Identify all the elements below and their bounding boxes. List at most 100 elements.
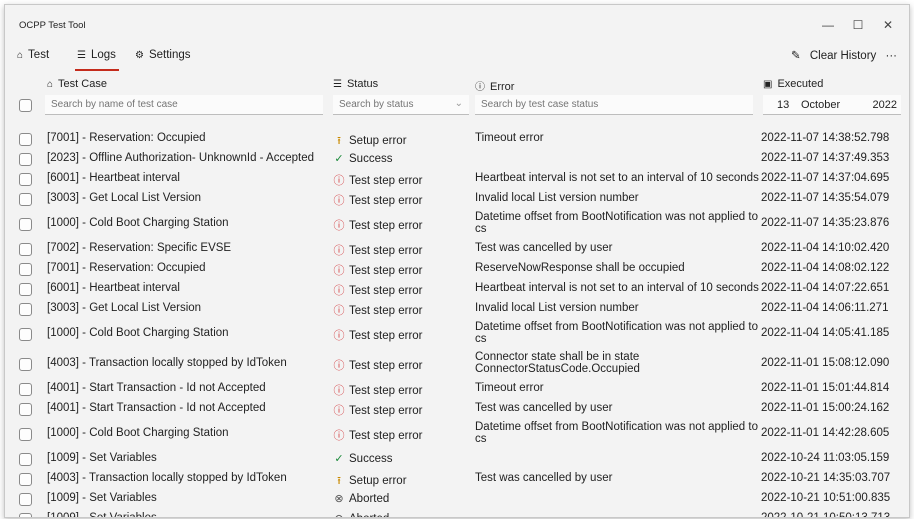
maximize-button[interactable]: ☐	[843, 15, 873, 35]
date-month[interactable]: October	[801, 99, 840, 111]
minimize-button[interactable]: —	[813, 15, 843, 35]
row-checkbox[interactable]	[19, 303, 32, 316]
table-row[interactable]: [1009] - Set Variables ✓ Success 2022-10-24…	[5, 449, 909, 469]
table-row[interactable]: [4003] - Transaction locally stopped by …	[5, 349, 909, 379]
window-title: OCPP Test Tool	[19, 20, 86, 31]
table-row[interactable]: [4003] - Transaction locally stopped by …	[5, 469, 909, 489]
table-row[interactable]: [1000] - Cold Boot Charging Station ⓘ Test…	[5, 209, 909, 239]
table-row[interactable]: [4001] - Start Transaction - Id not Acce…	[5, 379, 909, 399]
status-cell: ⓘ Test step error	[333, 217, 423, 233]
error-icon: ⓘ	[333, 175, 345, 187]
header-executed[interactable]: ▣ Executed	[763, 78, 823, 90]
executed-timestamp: 2022-11-04 14:10:02.420	[761, 242, 890, 254]
error-cell: Datetime offset from BootNotification wa…	[475, 211, 758, 235]
table-row[interactable]: [1009] - Set Variables ⊗ Aborted 2022-10-21…	[5, 489, 909, 509]
home-icon: ⌂	[17, 50, 24, 61]
row-checkbox[interactable]	[19, 328, 32, 341]
header-test-case[interactable]: ⌂ Test Case	[47, 78, 107, 90]
table-row[interactable]: [6001] - Heartbeat interval ⓘ Test step er…	[5, 169, 909, 189]
table-row[interactable]: [4001] - Start Transaction - Id not Acce…	[5, 399, 909, 419]
table-row[interactable]: [6001] - Heartbeat interval ⓘ Test step er…	[5, 279, 909, 299]
status-filter-dropdown[interactable]: ⌄	[333, 95, 469, 115]
close-button[interactable]: ✕	[873, 15, 903, 35]
test-case-search-field[interactable]	[45, 95, 323, 115]
executed-timestamp: 2022-10-24 11:03:05.159	[761, 452, 890, 464]
header-status[interactable]: ☰ Status	[333, 78, 378, 90]
test-case-name: [1009] - Set Variables	[47, 452, 157, 464]
row-checkbox[interactable]	[19, 383, 32, 396]
row-checkbox[interactable]	[19, 243, 32, 256]
home-icon: ⌂	[47, 79, 54, 90]
row-checkbox[interactable]	[19, 473, 32, 486]
row-checkbox[interactable]	[19, 358, 32, 371]
error-search-input[interactable]	[481, 99, 753, 110]
tab-logs[interactable]: ☰ Logs	[77, 49, 116, 61]
table-row[interactable]: [2023] - Offline Authorization- UnknownI…	[5, 149, 909, 169]
row-checkbox[interactable]	[19, 493, 32, 506]
row-checkbox[interactable]	[19, 218, 32, 231]
status-cell: ⓘ Test step error	[333, 402, 423, 418]
table-row[interactable]: [1009] - Set Variables ⊗ Aborted 2022-10-21…	[5, 509, 909, 517]
row-checkbox[interactable]	[19, 403, 32, 416]
clear-history-button[interactable]: ✎ Clear History	[785, 50, 876, 62]
status-label: Test step error	[349, 430, 423, 442]
error-cell: Test was cancelled by user	[475, 402, 613, 414]
table-row[interactable]: [1000] - Cold Boot Charging Station ⓘ Test…	[5, 319, 909, 349]
row-checkbox[interactable]	[19, 453, 32, 466]
row-checkbox[interactable]	[19, 513, 32, 517]
status-label: Test step error	[349, 220, 423, 232]
nav-bar: ⌂ Test ☰ Logs ⚙ Settings	[5, 43, 909, 73]
status-label: Test step error	[349, 385, 423, 397]
status-cell: ⓘ Test step error	[333, 242, 423, 258]
test-case-name: [1009] - Set Variables	[47, 492, 157, 504]
table-row[interactable]: [7001] - Reservation: Occupied ⓘ Test step…	[5, 259, 909, 279]
executed-timestamp: 2022-11-01 15:00:24.162	[761, 402, 890, 414]
row-checkbox[interactable]	[19, 193, 32, 206]
more-button[interactable]: ···	[886, 50, 898, 62]
logs-table: ⌂Test Case ☰Status ⓘError ▣Executed ⌄ 13…	[5, 71, 909, 517]
status-label: Test step error	[349, 360, 423, 372]
status-label: Test step error	[349, 245, 423, 257]
header-error[interactable]: ⓘ Error	[475, 78, 514, 93]
error-icon: ⓘ	[333, 195, 345, 207]
status-label: Test step error	[349, 195, 423, 207]
row-checkbox[interactable]	[19, 153, 32, 166]
table-row[interactable]: [7001] - Reservation: Occupied ⭱ Setup err…	[5, 129, 909, 149]
status-label: Test step error	[349, 330, 423, 342]
table-row[interactable]: [3003] - Get Local List Version ⓘ Test ste…	[5, 299, 909, 319]
row-checkbox[interactable]	[19, 263, 32, 276]
row-checkbox[interactable]	[19, 283, 32, 296]
row-checkbox[interactable]	[19, 428, 32, 441]
executed-timestamp: 2022-11-01 15:01:44.814	[761, 382, 890, 394]
error-search-field[interactable]	[475, 95, 753, 115]
error-cell: Test was cancelled by user	[475, 472, 613, 484]
select-all-checkbox[interactable]	[19, 99, 32, 112]
error-icon: ⓘ	[475, 82, 485, 93]
date-year[interactable]: 2022	[873, 99, 897, 111]
table-row[interactable]: [3003] - Get Local List Version ⓘ Test ste…	[5, 189, 909, 209]
tab-settings[interactable]: ⚙ Settings	[135, 49, 191, 61]
row-checkbox[interactable]	[19, 173, 32, 186]
executed-timestamp: 2022-11-07 14:35:54.079	[761, 192, 890, 204]
table-row[interactable]: [1000] - Cold Boot Charging Station ⓘ Test…	[5, 419, 909, 449]
date-day[interactable]: 13	[777, 99, 789, 111]
check-icon: ✓	[334, 453, 344, 465]
executed-timestamp: 2022-11-04 14:06:11.271	[761, 302, 889, 314]
test-case-name: [1000] - Cold Boot Charging Station	[47, 327, 229, 339]
test-case-name: [7002] - Reservation: Specific EVSE	[47, 242, 232, 254]
chevron-down-icon: ⌄	[454, 98, 463, 109]
status-label: Success	[349, 153, 393, 165]
test-case-name: [6001] - Heartbeat interval	[47, 282, 180, 294]
test-case-name: [3003] - Get Local List Version	[47, 302, 202, 314]
status-search-input[interactable]	[339, 99, 443, 110]
test-case-search-input[interactable]	[51, 99, 323, 110]
date-picker[interactable]: 13 October 2022	[763, 95, 901, 115]
tab-test[interactable]: ⌂ Test	[17, 49, 49, 61]
error-icon: ⓘ	[333, 360, 345, 372]
table-row[interactable]: [7002] - Reservation: Specific EVSE ⓘ Test…	[5, 239, 909, 259]
error-cell: ReserveNowResponse shall be occupied	[475, 262, 685, 274]
executed-timestamp: 2022-11-01 15:08:12.090	[761, 357, 890, 369]
status-label: Test step error	[349, 285, 423, 297]
row-checkbox[interactable]	[19, 133, 32, 146]
status-label: Setup error	[349, 135, 407, 147]
